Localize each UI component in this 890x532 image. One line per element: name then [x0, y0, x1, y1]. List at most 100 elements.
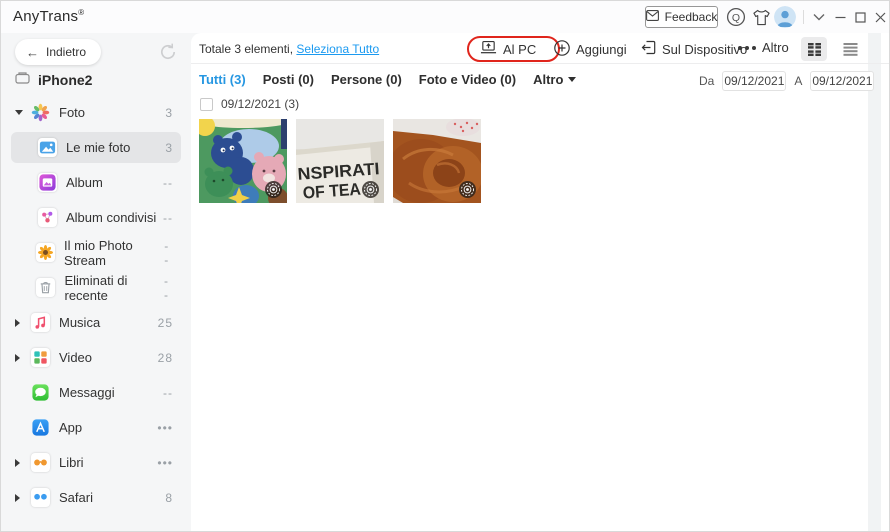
date-to-input[interactable] — [810, 71, 874, 91]
sidebar-item-eliminati[interactable]: Eliminati di recente -- — [1, 270, 191, 305]
sidebar-item-label: Foto — [59, 105, 85, 120]
sidebar-item-le-mie-foto[interactable]: Le mie foto 3 — [1, 130, 191, 165]
grid-view-button[interactable] — [801, 37, 827, 61]
account-avatar[interactable] — [774, 6, 796, 28]
photo-thumbnail-knit[interactable] — [393, 119, 481, 203]
mail-icon — [646, 10, 659, 24]
live-photo-icon — [459, 181, 476, 198]
select-all-link[interactable]: Seleziona Tutto — [296, 42, 379, 56]
anytrans-window: AnyTrans® Feedback Q — [0, 0, 890, 532]
maximize-button[interactable] — [849, 6, 871, 28]
add-label: Aggiungi — [576, 42, 627, 57]
sidebar-item-label: Libri — [59, 455, 84, 470]
live-photo-icon — [265, 181, 282, 198]
support-q-icon[interactable]: Q — [725, 6, 747, 28]
device-header[interactable]: iPhone2 — [15, 72, 92, 88]
item-count: -- — [163, 386, 173, 400]
tab-posti[interactable]: Posti (0) — [263, 72, 314, 87]
sidebar-item-foto[interactable]: Foto 3 — [1, 95, 191, 130]
sidebar-item-label: Safari — [59, 490, 93, 505]
item-count: 3 — [165, 141, 173, 155]
photo-thumbnail-bears[interactable] — [199, 119, 287, 203]
app-name: AnyTrans — [13, 8, 78, 25]
titlebar-divider — [803, 10, 804, 24]
registered-mark: ® — [78, 8, 84, 17]
sidebar-item-safari[interactable]: Safari 8 — [1, 480, 191, 515]
sidebar-item-app[interactable]: App ••• — [1, 410, 191, 445]
item-count: ••• — [157, 456, 173, 470]
sidebar-item-label: Musica — [59, 315, 100, 330]
photo-grid: NSPIRATI OF TEA — [199, 119, 481, 203]
back-button[interactable]: ← Indietro — [15, 39, 101, 65]
plus-circle-icon — [554, 40, 570, 59]
live-photo-icon — [362, 181, 379, 198]
sidebar-item-video[interactable]: Video 28 — [1, 340, 191, 375]
sidebar-item-label: Album condivisi — [66, 210, 156, 225]
device-phone-icon — [15, 72, 30, 88]
caret-down-icon — [568, 77, 576, 82]
feedback-label: Feedback — [665, 10, 718, 24]
item-count: -- — [163, 211, 173, 225]
group-checkbox[interactable] — [200, 98, 213, 111]
titlebar: AnyTrans® Feedback Q — [1, 1, 889, 33]
sidebar-item-album-condivisi[interactable]: Album condivisi -- — [1, 200, 191, 235]
sidebar-item-label: Album — [66, 175, 103, 190]
tab-foto-e-video[interactable]: Foto e Video (0) — [419, 72, 516, 87]
sidebar-item-libri[interactable]: Libri ••• — [1, 445, 191, 480]
to-pc-button[interactable]: Al PC — [480, 40, 536, 58]
group-date-label: 09/12/2021 (3) — [221, 97, 299, 111]
item-count: -- — [164, 274, 173, 302]
feedback-button[interactable]: Feedback — [645, 6, 718, 28]
sidebar-item-album[interactable]: Album -- — [1, 165, 191, 200]
add-button[interactable]: Aggiungi — [554, 40, 627, 59]
scrollbar[interactable] — [868, 33, 881, 531]
main-toolbar: Totale 3 elementi, Seleziona Tutto Al PC… — [191, 33, 889, 64]
date-from-input[interactable] — [722, 71, 786, 91]
tab-tutti[interactable]: Tutti (3) — [199, 72, 246, 87]
filter-bar: Tutti (3) Posti (0) Persone (0) Foto e V… — [191, 65, 889, 96]
svg-text:Q: Q — [732, 12, 740, 24]
music-icon — [31, 313, 50, 332]
selection-summary: Totale 3 elementi, Seleziona Tutto — [199, 42, 379, 56]
date-from-label: Da — [699, 74, 714, 88]
sidebar-item-musica[interactable]: Musica 25 — [1, 305, 191, 340]
minimize-button[interactable] — [829, 6, 851, 28]
tab-persone[interactable]: Persone (0) — [331, 72, 402, 87]
item-count: 28 — [158, 351, 173, 365]
theme-skin-icon[interactable] — [750, 6, 772, 28]
video-icon — [31, 348, 50, 367]
date-to-label: A — [794, 74, 802, 88]
total-items-text: Totale 3 elementi, — [199, 42, 293, 56]
trash-icon — [36, 278, 55, 297]
sidebar-item-label: Video — [59, 350, 92, 365]
item-count: 3 — [165, 106, 173, 120]
list-view-button[interactable] — [837, 37, 863, 61]
back-arrow-icon: ← — [26, 45, 39, 60]
date-range-filter: Da A — [699, 71, 874, 91]
on-device-button[interactable]: Sul Dispositivo — [641, 40, 747, 58]
expand-arrow-icon[interactable] — [15, 110, 31, 115]
sidebar-item-photo-stream[interactable]: Il mio Photo Stream -- — [1, 235, 191, 270]
sidebar-item-label: Il mio Photo Stream — [64, 238, 164, 268]
refresh-icon[interactable] — [158, 42, 178, 62]
tab-altro[interactable]: Altro — [533, 72, 576, 87]
safari-icon — [31, 488, 50, 507]
expand-arrow-icon[interactable] — [15, 459, 31, 467]
expand-arrow-icon[interactable] — [15, 319, 31, 327]
photo-text-line2: OF TEA — [302, 180, 361, 203]
my-photos-icon — [38, 138, 57, 157]
more-button[interactable]: Altro — [738, 40, 789, 55]
item-count: 25 — [158, 316, 173, 330]
category-tabs: Tutti (3) Posti (0) Persone (0) Foto e V… — [199, 72, 576, 87]
close-button[interactable] — [869, 6, 890, 28]
books-icon — [31, 453, 50, 472]
expand-arrow-icon[interactable] — [15, 494, 31, 502]
photo-thumbnail-tea-box[interactable]: NSPIRATI OF TEA — [296, 119, 384, 203]
more-label: Altro — [762, 40, 789, 55]
sidebar-item-label: App — [59, 420, 82, 435]
expand-arrow-icon[interactable] — [15, 354, 31, 362]
tab-altro-label: Altro — [533, 72, 563, 87]
item-count: 8 — [165, 491, 173, 505]
collapse-window-icon[interactable] — [808, 6, 830, 28]
sidebar-item-messaggi[interactable]: Messaggi -- — [1, 375, 191, 410]
